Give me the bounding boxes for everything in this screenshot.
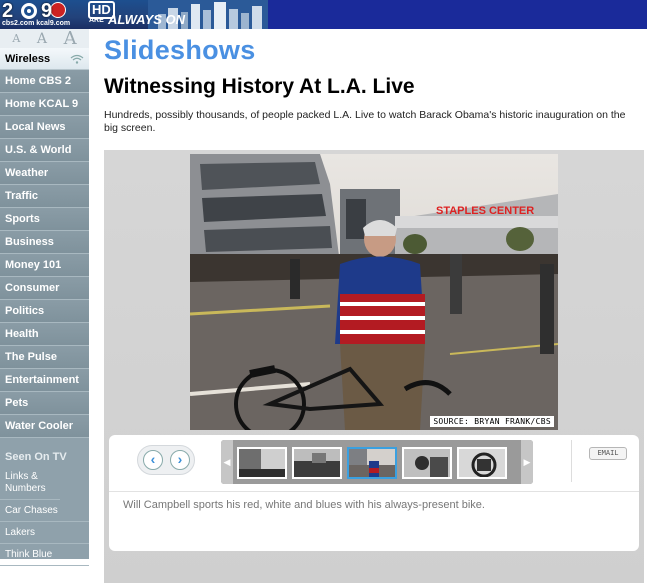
font-size-small-button[interactable]: A <box>12 30 20 48</box>
slideshow-controls: ‹ › ◀ ▶ EMAIL Will Campbell sports his r… <box>109 435 639 551</box>
section-title: Slideshows <box>104 35 256 65</box>
thumbnail-image <box>239 449 285 477</box>
sidebar-item-local-news[interactable]: Local News <box>0 116 89 139</box>
tagline-prefix: ARE <box>89 17 104 24</box>
sidebar-item-weather[interactable]: Weather <box>0 162 89 185</box>
sidebar-item-car-chases[interactable]: Car Chases <box>0 500 89 522</box>
thumbnail-image <box>349 449 395 477</box>
wifi-icon <box>70 54 84 64</box>
photo-caption: Will Campbell sports his red, white and … <box>123 499 485 511</box>
sidebar-item-home-cbs2[interactable]: Home CBS 2 <box>0 70 89 93</box>
caption-divider <box>109 491 639 492</box>
sidebar-item-pets[interactable]: Pets <box>0 392 89 415</box>
thumbnail-scroll-right-button[interactable]: ▶ <box>521 440 533 484</box>
sidebar-item-water-cooler[interactable]: Water Cooler <box>0 415 89 438</box>
sidebar-item-home-kcal9[interactable]: Home KCAL 9 <box>0 93 89 116</box>
font-size-controls: A A A <box>0 29 89 48</box>
slideshow-description: Hundreds, possibly thousands, of people … <box>104 109 626 134</box>
sidebar: A A A Wireless Home CBS 2 Home KCAL 9 Lo… <box>0 29 89 566</box>
thumbnail[interactable] <box>292 447 342 479</box>
sidebar-item-money-101[interactable]: Money 101 <box>0 254 89 277</box>
tagline: ALWAYS ON <box>108 12 186 27</box>
sidebar-item-entertainment[interactable]: Entertainment <box>0 369 89 392</box>
kcal9-url: kcal9.com <box>36 20 71 27</box>
previous-slide-button[interactable]: ‹ <box>143 450 163 470</box>
seen-on-tv-list: Links & Numbers Car Chases Lakers Think … <box>0 466 89 566</box>
thumbnail-image <box>459 449 505 477</box>
sidebar-item-the-pulse[interactable]: The Pulse <box>0 346 89 369</box>
photo-credit: SOURCE: BRYAN FRANK/CBS <box>430 416 554 427</box>
sidebar-item-traffic[interactable]: Traffic <box>0 185 89 208</box>
sidebar-item-links-numbers[interactable]: Links & Numbers <box>0 466 60 500</box>
sidebar-item-consumer[interactable]: Consumer <box>0 277 89 300</box>
wireless-label: Wireless <box>5 52 51 65</box>
sidebar-nav: Home CBS 2 Home KCAL 9 Local News U.S. &… <box>0 70 89 438</box>
thumbnail-image <box>294 449 340 477</box>
slideshow-viewer: STAPLES CENTER SOURCE: BRYAN FRANK/CBS ‹… <box>104 150 644 583</box>
email-button[interactable]: EMAIL <box>589 447 627 460</box>
staples-center-sign: STAPLES CENTER <box>436 205 534 217</box>
top-banner: 2 9 HD cbs2.com kcal9.com ARE ALWAYS ON <box>0 0 647 29</box>
thumbnail[interactable] <box>237 447 287 479</box>
sidebar-item-business[interactable]: Business <box>0 231 89 254</box>
next-slide-button[interactable]: › <box>170 450 190 470</box>
thumbnail-active[interactable] <box>347 447 397 479</box>
cbs2-url: cbs2.com <box>2 20 35 27</box>
thumbnail-strip: ◀ ▶ <box>221 440 533 484</box>
slide-nav-arrows: ‹ › <box>137 445 195 475</box>
photo-scene: STAPLES CENTER <box>190 154 558 430</box>
thumbnail[interactable] <box>457 447 507 479</box>
slideshow-photo[interactable]: STAPLES CENTER SOURCE: BRYAN FRANK/CBS <box>190 154 558 430</box>
thumbnail[interactable] <box>402 447 452 479</box>
sidebar-item-health[interactable]: Health <box>0 323 89 346</box>
sidebar-item-us-world[interactable]: U.S. & World <box>0 139 89 162</box>
controls-divider <box>571 440 572 482</box>
station-logo[interactable]: 2 9 HD cbs2.com kcal9.com ARE ALWAYS ON <box>0 0 268 29</box>
cbs-eye-icon <box>21 3 37 19</box>
kcal-logo-icon <box>50 2 66 18</box>
thumbnail-scroll-left-button[interactable]: ◀ <box>221 440 233 484</box>
station-urls: cbs2.com kcal9.com <box>2 19 70 28</box>
sidebar-item-sports[interactable]: Sports <box>0 208 89 231</box>
sidebar-item-think-blue[interactable]: Think Blue <box>0 544 89 566</box>
slideshow-headline: Witnessing History At L.A. Live <box>104 75 415 98</box>
sidebar-item-wireless[interactable]: Wireless <box>0 48 89 70</box>
font-size-large-button[interactable]: A <box>64 30 77 48</box>
sidebar-item-politics[interactable]: Politics <box>0 300 89 323</box>
font-size-medium-button[interactable]: A <box>37 30 47 48</box>
sidebar-item-lakers[interactable]: Lakers <box>0 522 89 544</box>
seen-on-tv-heading: Seen On TV <box>5 451 67 463</box>
thumbnail-image <box>404 449 450 477</box>
